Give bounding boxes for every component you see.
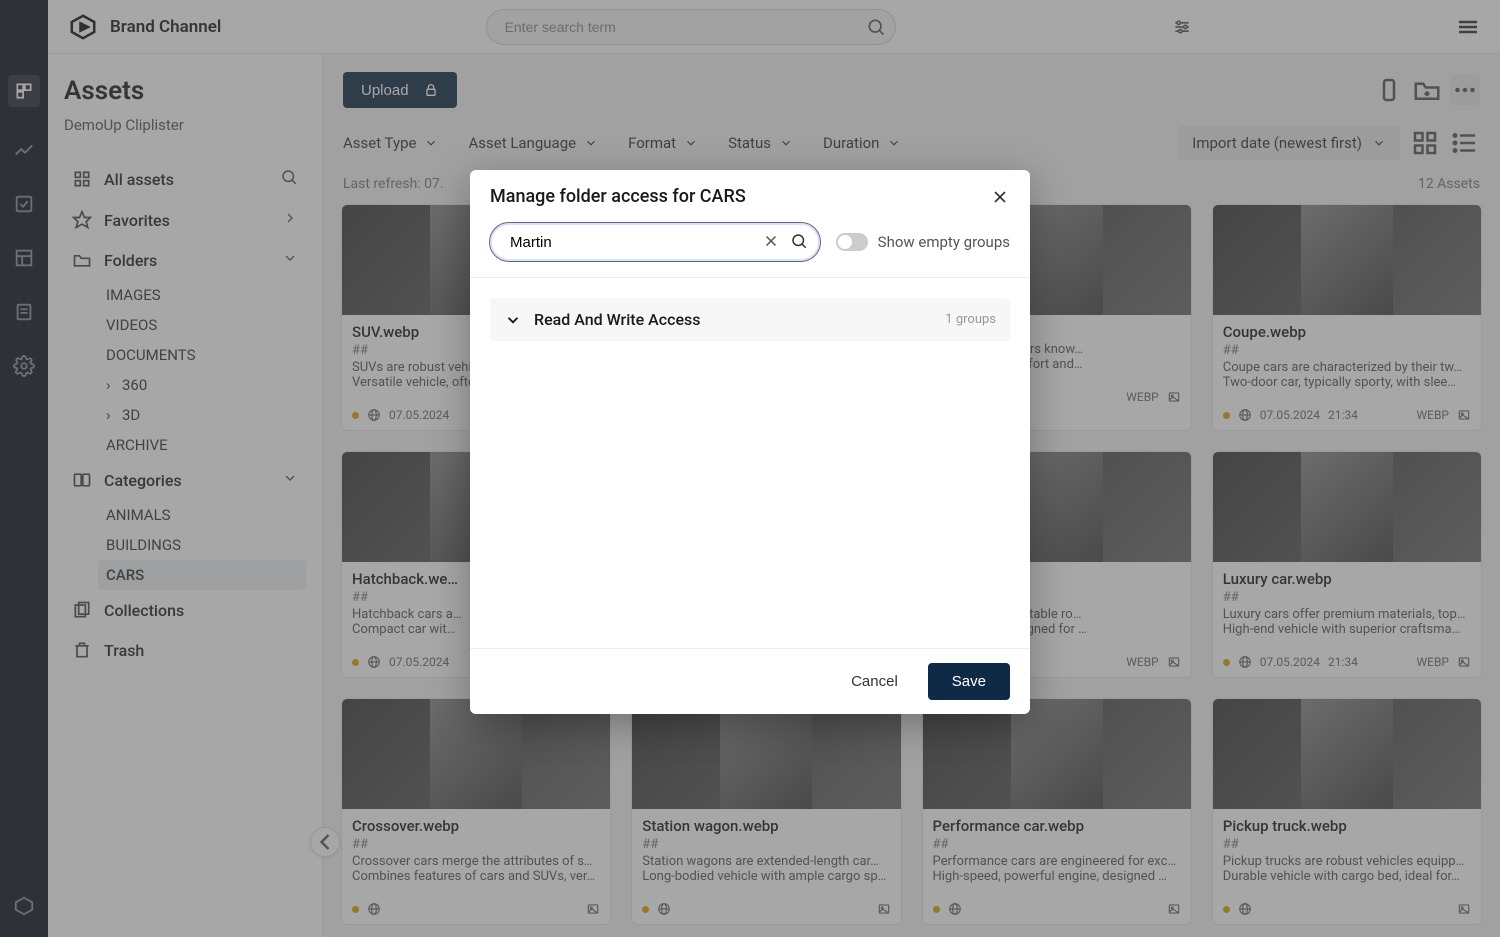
access-group-row[interactable]: Read And Write Access 1 groups bbox=[490, 298, 1010, 341]
close-icon[interactable] bbox=[990, 187, 1010, 207]
clear-icon[interactable] bbox=[762, 232, 780, 250]
toggle-label: Show empty groups bbox=[878, 233, 1010, 251]
modal-search bbox=[490, 223, 820, 261]
group-name: Read And Write Access bbox=[534, 310, 701, 329]
save-button[interactable]: Save bbox=[928, 663, 1010, 700]
manage-access-modal: Manage folder access for CARS Show empty… bbox=[470, 170, 1030, 714]
cancel-button[interactable]: Cancel bbox=[833, 663, 916, 700]
chevron-down-icon bbox=[504, 311, 522, 329]
modal-title: Manage folder access for CARS bbox=[490, 186, 746, 207]
group-count: 1 groups bbox=[945, 312, 996, 327]
show-empty-toggle[interactable] bbox=[836, 233, 868, 251]
search-icon[interactable] bbox=[790, 232, 808, 250]
